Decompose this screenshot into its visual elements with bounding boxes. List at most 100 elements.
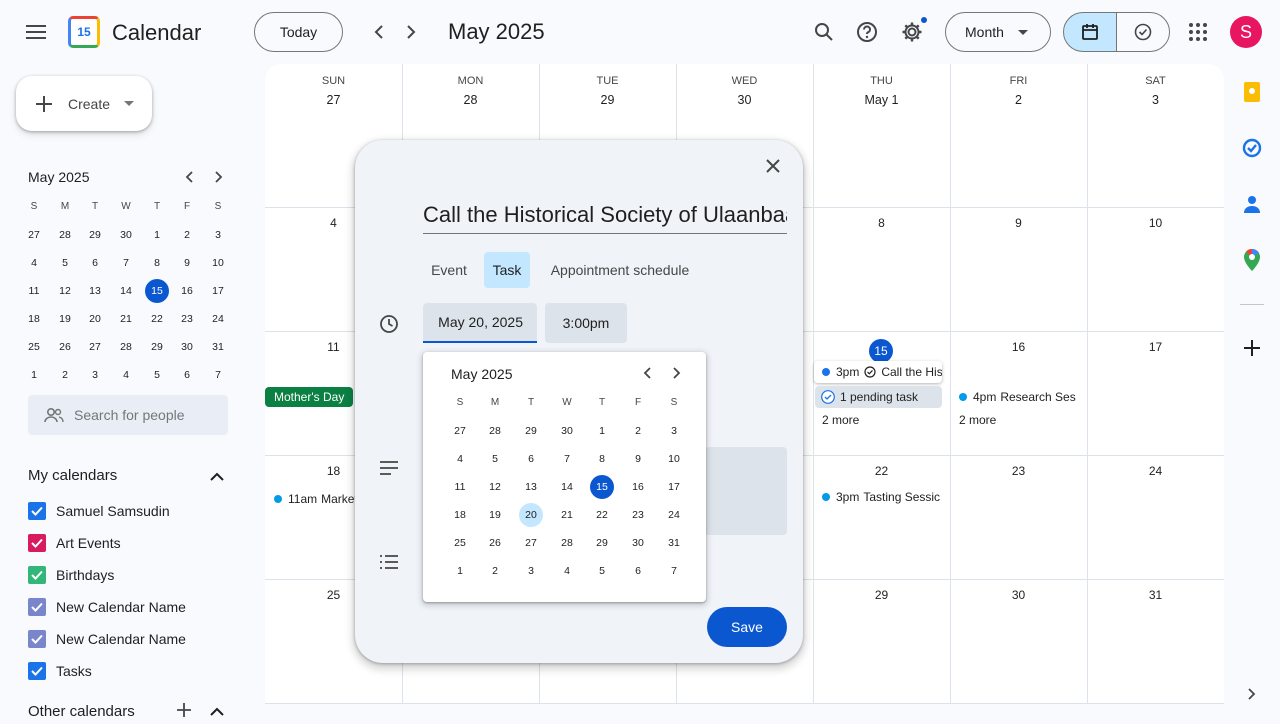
prev-period-button[interactable]	[363, 16, 395, 48]
dp-day-today[interactable]: 15	[590, 475, 614, 499]
task-call-historical-society[interactable]: 3pm Call the His	[814, 361, 942, 383]
mini-day[interactable]: 5	[145, 369, 169, 381]
mini-day[interactable]: 22	[145, 313, 169, 325]
event-tasting[interactable]: 3pm Tasting Sessic	[822, 488, 942, 506]
dp-day[interactable]: 11	[448, 481, 472, 493]
mini-day[interactable]: 2	[53, 369, 77, 381]
add-addon-plus-icon[interactable]	[1232, 332, 1272, 364]
day-number[interactable]: 17	[1087, 340, 1224, 354]
dp-day[interactable]: 27	[448, 425, 472, 437]
search-people-input[interactable]: Search for people	[28, 395, 228, 435]
fri16-more-link[interactable]: 2 more	[959, 413, 996, 427]
help-icon[interactable]	[847, 12, 887, 52]
checkbox-checked-icon[interactable]	[28, 598, 46, 616]
mini-day[interactable]: 26	[53, 341, 77, 353]
checkbox-checked-icon[interactable]	[28, 662, 46, 680]
expand-panel-chevron-icon[interactable]	[1238, 680, 1266, 708]
dp-day[interactable]: 25	[448, 537, 472, 549]
tasks-icon[interactable]	[1232, 132, 1272, 164]
day-number[interactable]: 30	[950, 588, 1087, 602]
dp-day[interactable]: 29	[519, 425, 543, 437]
day-number[interactable]: 8	[813, 216, 950, 230]
dp-day[interactable]: 2	[483, 565, 507, 577]
day-number-today[interactable]: 15	[869, 339, 893, 363]
dp-day[interactable]: 26	[483, 537, 507, 549]
mini-day[interactable]: 24	[206, 313, 230, 325]
dp-day[interactable]: 27	[519, 537, 543, 549]
mini-day[interactable]: 5	[53, 257, 77, 269]
day-number[interactable]: 10	[1087, 216, 1224, 230]
mini-day[interactable]: 23	[175, 313, 199, 325]
mini-day[interactable]: 27	[22, 229, 46, 241]
dp-day[interactable]: 23	[626, 509, 650, 521]
collapse-chevron-up-icon[interactable]	[204, 463, 230, 489]
calendar-item[interactable]: Birthdays	[28, 566, 114, 584]
mini-day[interactable]: 12	[53, 285, 77, 297]
mini-day[interactable]: 6	[83, 257, 107, 269]
day-number[interactable]: May 1	[813, 93, 950, 107]
calendar-item[interactable]: Art Events	[28, 534, 121, 552]
day-number[interactable]: 2	[950, 93, 1087, 107]
date-field[interactable]: May 20, 2025	[423, 303, 537, 343]
keep-icon[interactable]	[1232, 76, 1272, 108]
day-number[interactable]: 31	[1087, 588, 1224, 602]
close-icon[interactable]	[757, 150, 789, 182]
tab-event[interactable]: Event	[423, 252, 475, 288]
contacts-icon[interactable]	[1232, 188, 1272, 220]
pending-task-chip[interactable]: 1 pending task	[815, 386, 942, 408]
search-icon[interactable]	[804, 12, 844, 52]
dp-day[interactable]: 28	[483, 425, 507, 437]
dp-day[interactable]: 7	[662, 565, 686, 577]
calendar-item[interactable]: New Calendar Name	[28, 598, 186, 616]
day-number[interactable]: 22	[813, 464, 950, 478]
mini-day[interactable]: 15	[145, 279, 169, 303]
day-number[interactable]: 9	[950, 216, 1087, 230]
dp-day[interactable]: 17	[662, 481, 686, 493]
dp-day[interactable]: 7	[555, 453, 579, 465]
dp-day[interactable]: 6	[519, 453, 543, 465]
tab-appointment-schedule[interactable]: Appointment schedule	[541, 252, 699, 288]
mini-day[interactable]: 27	[83, 341, 107, 353]
mini-day[interactable]: 1	[22, 369, 46, 381]
mini-day[interactable]: 31	[206, 341, 230, 353]
dp-prev-month-icon[interactable]	[634, 360, 660, 386]
dp-day[interactable]: 19	[483, 509, 507, 521]
mini-day[interactable]: 4	[22, 257, 46, 269]
calendar-item[interactable]: New Calendar Name	[28, 630, 186, 648]
next-period-button[interactable]	[395, 16, 427, 48]
my-calendars-heading[interactable]: My calendars	[28, 467, 117, 484]
mini-day[interactable]: 6	[175, 369, 199, 381]
dp-day[interactable]: 2	[626, 425, 650, 437]
dp-day[interactable]: 22	[590, 509, 614, 521]
dp-day[interactable]: 14	[555, 481, 579, 493]
thu15-more-link[interactable]: 2 more	[822, 413, 859, 427]
dp-day[interactable]: 4	[448, 453, 472, 465]
mini-day[interactable]: 28	[53, 229, 77, 241]
dp-day[interactable]: 13	[519, 481, 543, 493]
dp-day[interactable]: 6	[626, 565, 650, 577]
day-number[interactable]: 28	[402, 93, 539, 107]
holiday-chip-mothers-day[interactable]: Mother's Day	[265, 387, 353, 407]
event-research[interactable]: 4pm Research Ses	[959, 388, 1079, 406]
mini-day[interactable]: 9	[175, 257, 199, 269]
mini-day[interactable]: 14	[114, 285, 138, 297]
settings-gear-icon[interactable]	[892, 12, 932, 52]
day-number[interactable]: 23	[950, 464, 1087, 478]
dp-day[interactable]: 9	[626, 453, 650, 465]
mini-day[interactable]: 8	[145, 257, 169, 269]
day-number[interactable]: 29	[539, 93, 676, 107]
tab-task[interactable]: Task	[484, 252, 530, 288]
dp-day[interactable]: 12	[483, 481, 507, 493]
dp-day-selected[interactable]: 20	[519, 503, 543, 527]
dp-day[interactable]: 8	[590, 453, 614, 465]
dp-day[interactable]: 5	[483, 453, 507, 465]
mini-day[interactable]: 3	[206, 229, 230, 241]
mini-day[interactable]: 17	[206, 285, 230, 297]
day-number[interactable]: 16	[950, 340, 1087, 354]
mini-day[interactable]: 28	[114, 341, 138, 353]
dp-day[interactable]: 4	[555, 565, 579, 577]
dp-day[interactable]: 31	[662, 537, 686, 549]
dp-day[interactable]: 30	[626, 537, 650, 549]
mini-day[interactable]: 29	[145, 341, 169, 353]
mini-day[interactable]: 1	[145, 229, 169, 241]
